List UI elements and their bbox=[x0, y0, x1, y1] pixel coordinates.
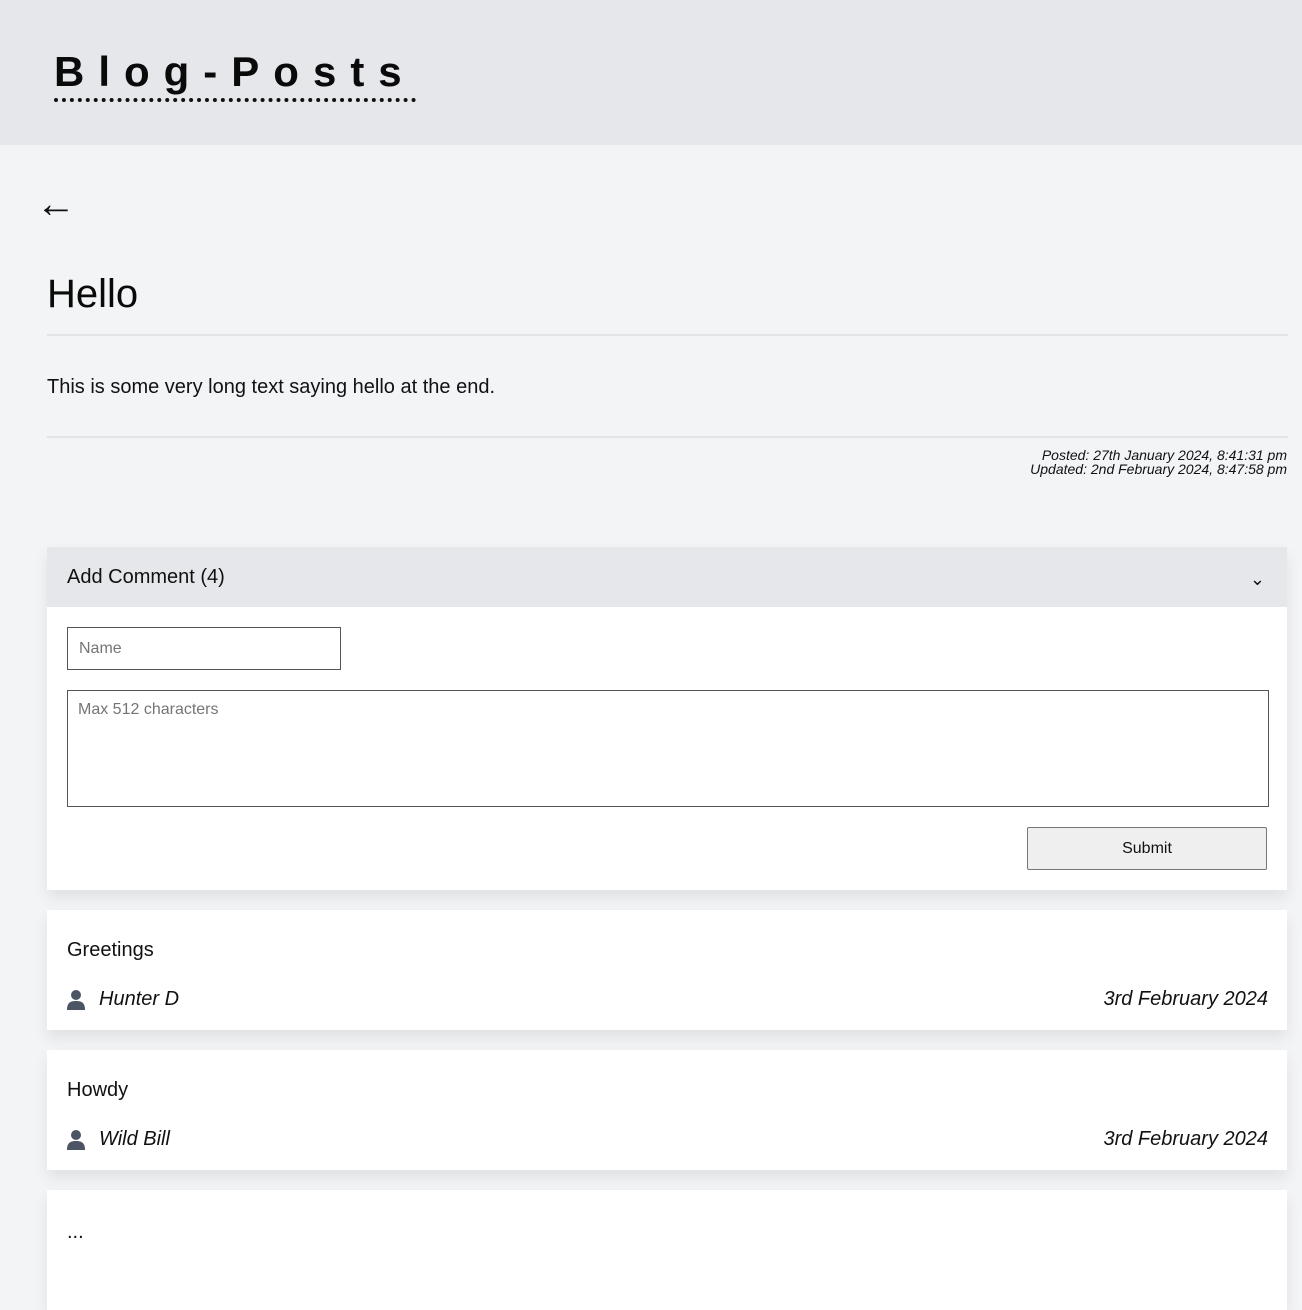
comment-author: Wild Bill bbox=[67, 1128, 170, 1151]
add-comment-toggle[interactable]: Add Comment (4) ⌄ bbox=[47, 547, 1287, 607]
back-arrow-link[interactable]: ← bbox=[36, 180, 76, 228]
comment-author: Hunter D bbox=[67, 988, 179, 1011]
posted-timestamp: Posted: 27th January 2024, 8:41:31 pm bbox=[1041, 447, 1287, 463]
comment-date: 3rd February 2024 bbox=[1103, 1128, 1268, 1150]
post-meta: Posted: 27th January 2024, 8:41:31 pm Up… bbox=[1030, 448, 1287, 476]
name-input[interactable] bbox=[67, 627, 341, 670]
comment-card: ... bbox=[47, 1190, 1287, 1310]
add-comment-panel: Add Comment (4) ⌄ Submit bbox=[47, 547, 1287, 890]
author-name: Wild Bill bbox=[99, 1128, 170, 1150]
comment-date: 3rd February 2024 bbox=[1103, 988, 1268, 1010]
post-title: Hello bbox=[47, 272, 139, 316]
comment-text: Howdy bbox=[67, 1079, 129, 1101]
title-divider bbox=[47, 334, 1288, 336]
comment-text: Greetings bbox=[67, 939, 154, 961]
post-body: This is some very long text saying hello… bbox=[47, 376, 496, 398]
site-title[interactable]: Blog-Posts bbox=[54, 50, 416, 102]
add-comment-label: Add Comment (4) bbox=[67, 565, 225, 588]
author-name: Hunter D bbox=[99, 988, 180, 1010]
comment-card: Greetings Hunter D 3rd February 2024 bbox=[47, 910, 1287, 1030]
site-header: Blog-Posts bbox=[0, 0, 1302, 145]
chevron-down-icon[interactable]: ⌄ bbox=[1250, 570, 1265, 588]
user-icon bbox=[67, 1129, 85, 1150]
updated-timestamp: Updated: 2nd February 2024, 8:47:58 pm bbox=[1030, 461, 1287, 477]
body-divider bbox=[47, 436, 1288, 438]
submit-button[interactable]: Submit bbox=[1027, 827, 1267, 870]
user-icon bbox=[67, 989, 85, 1010]
comment-author-row: Hunter D 3rd February 2024 bbox=[67, 988, 1268, 1011]
comment-author-row: Wild Bill 3rd February 2024 bbox=[67, 1128, 1268, 1151]
comment-text: ... bbox=[67, 1221, 84, 1243]
comment-card: Howdy Wild Bill 3rd February 2024 bbox=[47, 1050, 1287, 1170]
comment-textarea[interactable] bbox=[67, 690, 1269, 807]
